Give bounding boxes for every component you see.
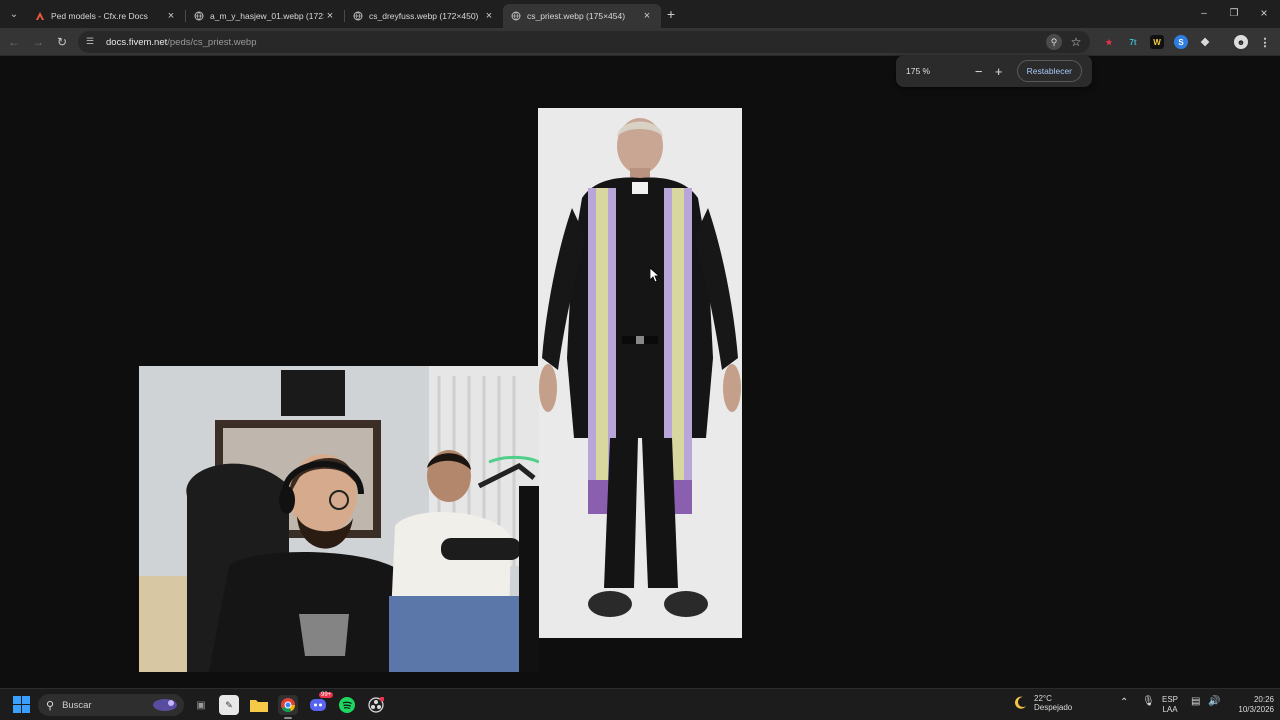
clock-time: 20:26 bbox=[1253, 695, 1274, 704]
minimize-icon[interactable]: – bbox=[1192, 4, 1216, 22]
url-path: /peds/cs_priest.webp bbox=[167, 36, 257, 48]
webcam-overlay bbox=[139, 366, 539, 672]
tab-title: a_m_y_hasjew_01.webp (172×4 bbox=[210, 11, 324, 21]
zoom-level: 175 % bbox=[906, 66, 931, 76]
lang-top: ESP bbox=[1162, 695, 1179, 704]
tab-search-chevron-icon[interactable]: ⌄ bbox=[5, 5, 23, 23]
cfx-favicon-icon bbox=[36, 12, 44, 20]
tab-ped-models[interactable]: Ped models - Cfx.re Docs × bbox=[27, 4, 185, 28]
tab-hasjew[interactable]: a_m_y_hasjew_01.webp (172×4 × bbox=[186, 4, 344, 28]
bookmark-star-icon[interactable]: ☆ bbox=[1068, 34, 1084, 50]
app-notepad-icon[interactable]: ✎ bbox=[219, 695, 239, 715]
profile-avatar[interactable]: ☻ bbox=[1234, 35, 1248, 49]
task-view-icon[interactable]: ▣ bbox=[191, 695, 211, 715]
zoom-in-button[interactable]: + bbox=[989, 64, 1009, 79]
restore-icon[interactable]: ❐ bbox=[1222, 4, 1246, 22]
site-info-icon[interactable]: ☰ bbox=[86, 36, 98, 48]
globe-icon bbox=[353, 11, 363, 21]
zoom-reset-button[interactable]: Restablecer bbox=[1016, 60, 1082, 82]
reload-icon[interactable]: ↻ bbox=[53, 33, 71, 51]
clock-date: 10/3/2026 bbox=[1238, 705, 1274, 714]
tab-close-icon[interactable]: × bbox=[483, 10, 495, 22]
language-indicator[interactable]: ESP LAA bbox=[1162, 695, 1178, 715]
tab-title: Ped models - Cfx.re Docs bbox=[51, 11, 148, 21]
file-explorer-icon[interactable] bbox=[249, 695, 269, 715]
weather-temp: 22°C bbox=[1034, 694, 1052, 703]
chrome-icon[interactable] bbox=[278, 695, 298, 715]
tab-close-icon[interactable]: × bbox=[324, 10, 336, 22]
taskbar-search-box[interactable]: ⚲ Buscar bbox=[38, 694, 184, 716]
weather-desc: Despejado bbox=[1034, 703, 1073, 712]
tab-title: cs_dreyfuss.webp (172×450) bbox=[369, 11, 479, 21]
globe-icon bbox=[511, 11, 521, 21]
tab-priest[interactable]: cs_priest.webp (175×454) × bbox=[503, 4, 661, 28]
windows-taskbar: ⚲ Buscar ▣ ✎ 99+ 22°C Despejado ⌃ 🎙 ESP … bbox=[0, 688, 1280, 720]
network-icon[interactable]: ▤ bbox=[1191, 697, 1200, 707]
extension-translate-icon[interactable]: 7t bbox=[1126, 35, 1140, 49]
search-highlight-icon bbox=[153, 699, 177, 711]
zoom-magnifier-icon[interactable]: ⚲ bbox=[1046, 34, 1062, 50]
lang-bottom: LAA bbox=[1162, 705, 1178, 714]
mouse-pointer-icon bbox=[650, 268, 660, 282]
extensions-puzzle-icon[interactable]: ❖ bbox=[1198, 35, 1212, 49]
displayed-image-cs-priest bbox=[538, 108, 742, 638]
new-tab-plus-icon[interactable]: + bbox=[663, 6, 679, 22]
zoom-out-button[interactable]: − bbox=[969, 64, 989, 79]
clock[interactable]: 20:26 10/3/2026 bbox=[1226, 695, 1274, 715]
back-arrow-icon[interactable]: ← bbox=[5, 33, 23, 51]
microphone-icon[interactable]: 🎙 bbox=[1142, 697, 1155, 707]
extension-w-icon[interactable]: W bbox=[1150, 35, 1164, 49]
zoom-popup: 175 % − + Restablecer bbox=[896, 55, 1092, 87]
tab-close-icon[interactable]: × bbox=[641, 10, 653, 22]
chrome-active-indicator bbox=[284, 717, 292, 719]
tab-dreyfuss[interactable]: cs_dreyfuss.webp (172×450) × bbox=[345, 4, 503, 28]
discord-badge: 99+ bbox=[319, 692, 334, 698]
spotify-icon[interactable] bbox=[337, 695, 357, 715]
windows-start-icon[interactable] bbox=[13, 696, 30, 713]
globe-icon bbox=[194, 11, 204, 21]
tab-close-icon[interactable]: × bbox=[165, 10, 177, 22]
search-icon: ⚲ bbox=[46, 699, 55, 712]
search-placeholder: Buscar bbox=[62, 699, 92, 711]
forward-arrow-icon[interactable]: → bbox=[29, 33, 47, 51]
priest-figure bbox=[538, 108, 742, 638]
extension-red-icon[interactable]: ★ bbox=[1102, 35, 1116, 49]
tab-strip: ⌄ Ped models - Cfx.re Docs × a_m_y_hasje… bbox=[0, 0, 1280, 28]
webcam-scene bbox=[139, 366, 539, 672]
moon-icon bbox=[1015, 696, 1026, 709]
weather-widget[interactable]: 22°C Despejado bbox=[1012, 694, 1072, 712]
menu-kebab-icon[interactable]: ⋮ bbox=[1258, 35, 1272, 49]
volume-icon[interactable]: 🔊 bbox=[1208, 697, 1220, 707]
tab-title: cs_priest.webp (175×454) bbox=[527, 11, 626, 21]
obs-icon[interactable] bbox=[366, 695, 386, 715]
browser-toolbar: ← → ↻ ☰ docs.fivem.net/peds/cs_priest.we… bbox=[0, 28, 1280, 56]
close-window-icon[interactable]: × bbox=[1252, 4, 1276, 22]
tray-chevron-up-icon[interactable]: ⌃ bbox=[1120, 698, 1128, 708]
url-host: docs.fivem.net bbox=[106, 36, 168, 48]
extension-blue-icon[interactable]: S bbox=[1174, 35, 1188, 49]
address-bar[interactable]: ☰ docs.fivem.net/peds/cs_priest.webp ⚲ ☆ bbox=[78, 31, 1090, 53]
discord-icon[interactable]: 99+ bbox=[308, 692, 334, 715]
